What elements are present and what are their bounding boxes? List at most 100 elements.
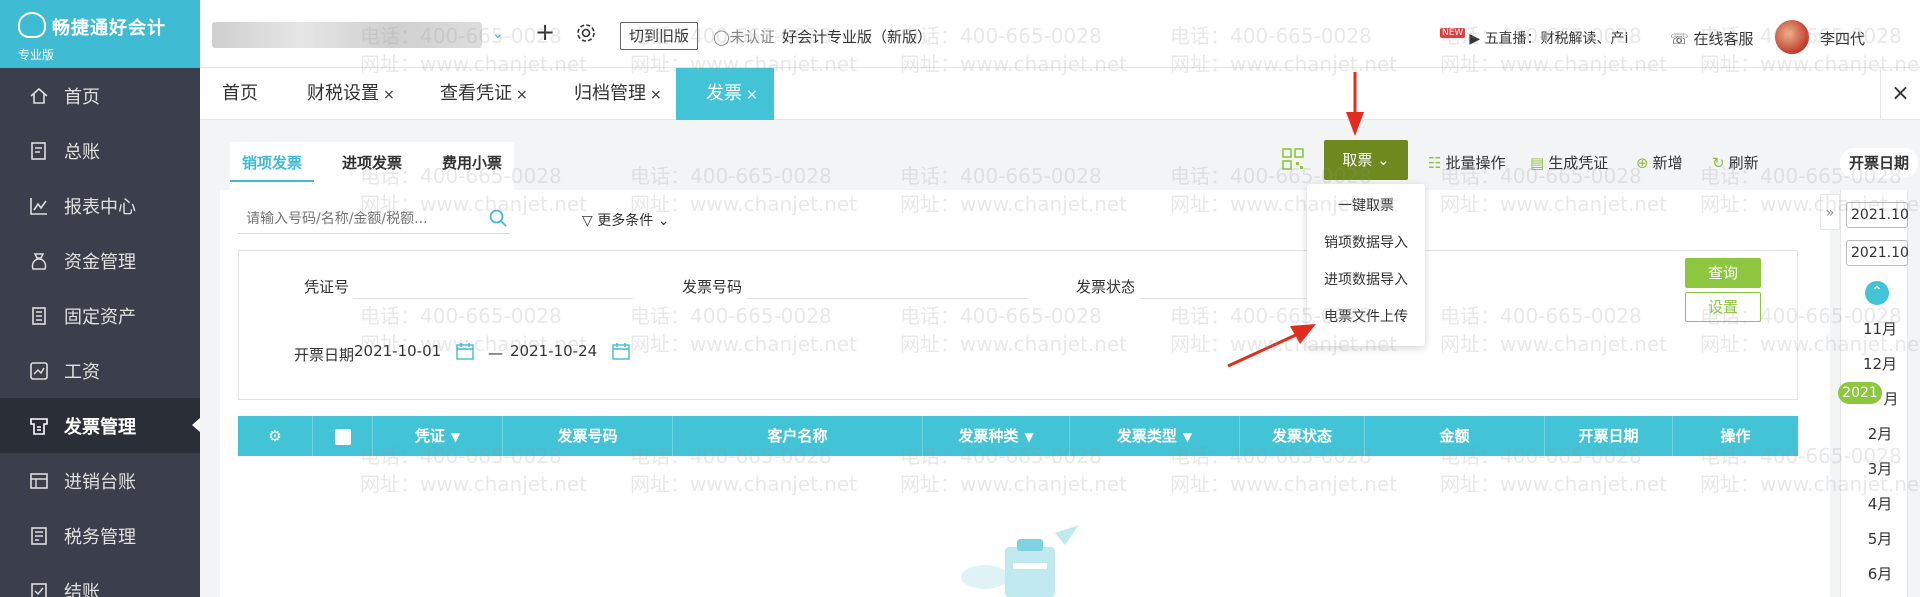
tab-tax-settings[interactable]: 财税设置 × bbox=[295, 68, 407, 120]
sidebar-item-tax[interactable]: 税务管理 bbox=[0, 508, 200, 563]
close-icon[interactable]: × bbox=[516, 87, 528, 103]
tab-label: 财税设置 bbox=[307, 83, 379, 104]
online-service-link[interactable]: ☏ 在线客服 bbox=[1670, 28, 1754, 49]
close-icon[interactable]: × bbox=[650, 87, 662, 103]
query-button[interactable]: 查询 bbox=[1685, 258, 1761, 288]
column-customer-name: 客户名称 bbox=[673, 416, 923, 456]
refresh-button[interactable]: ↻ 刷新 bbox=[1712, 152, 1759, 173]
calendar-icon[interactable] bbox=[612, 342, 630, 364]
date-from-input[interactable]: 2021-10-01 bbox=[354, 342, 441, 360]
column-amount: 金额 bbox=[1365, 416, 1545, 456]
live-broadcast-link[interactable]: NEW ▶ 五直播：财税解读、产i bbox=[1440, 28, 1628, 48]
qrcode-icon[interactable] bbox=[1282, 148, 1304, 174]
column-invoice-kind[interactable]: 发票种类 ▼ bbox=[923, 416, 1070, 456]
refresh-label: 刷新 bbox=[1728, 154, 1759, 172]
subtab-sales-invoice[interactable]: 销项发票 bbox=[230, 142, 315, 190]
voucher-no-input[interactable] bbox=[353, 298, 633, 299]
generate-voucher-button[interactable]: ▤ 生成凭证 bbox=[1530, 152, 1608, 173]
date-to-input[interactable]: 2021-10-24 bbox=[510, 342, 597, 360]
year-badge[interactable]: 2021 bbox=[1838, 382, 1882, 404]
tab-invoice[interactable]: 发票 × bbox=[676, 68, 774, 120]
menu-item-one-click-fetch[interactable]: 一键取票 bbox=[1307, 188, 1425, 225]
more-conditions-toggle[interactable]: ▽ 更多条件 ⌄ bbox=[582, 210, 669, 230]
column-label: 发票种类 bbox=[958, 427, 1019, 445]
issue-date-label: 开票日期 bbox=[294, 346, 355, 364]
close-all-tabs-button[interactable]: × bbox=[1880, 68, 1920, 120]
sidebar-item-salary[interactable]: 工资 bbox=[0, 343, 200, 398]
new-badge: NEW bbox=[1440, 28, 1466, 38]
subtab-expense-receipt[interactable]: 费用小票 bbox=[430, 142, 514, 190]
headset-icon: ☏ bbox=[1670, 30, 1689, 48]
month-item[interactable]: 6月 bbox=[1852, 563, 1908, 584]
column-voucher[interactable]: 凭证 ▼ bbox=[373, 416, 503, 456]
filter-icon[interactable]: ▼ bbox=[451, 430, 460, 444]
gear-icon[interactable] bbox=[575, 22, 597, 48]
batch-operation-button[interactable]: ☷ 批量操作 bbox=[1428, 152, 1505, 173]
search-input[interactable] bbox=[238, 204, 510, 234]
fetch-invoice-button[interactable]: 取票 ⌄ bbox=[1324, 140, 1408, 180]
product-name: 好会计专业版（新版） bbox=[782, 28, 933, 46]
sidebar-item-funds[interactable]: 资金管理 bbox=[0, 233, 200, 288]
batch-icon: ☷ bbox=[1428, 154, 1442, 172]
menu-item-upload-e-invoice[interactable]: 电票文件上传 bbox=[1307, 299, 1425, 336]
menu-item-import-sales[interactable]: 销项数据导入 bbox=[1307, 225, 1425, 262]
subtab-purchase-invoice[interactable]: 进项发票 bbox=[330, 142, 414, 190]
add-icon[interactable]: + bbox=[535, 18, 555, 46]
settings-button[interactable]: 设置 bbox=[1685, 292, 1761, 322]
account-selector[interactable] bbox=[212, 22, 482, 48]
ledger-icon bbox=[28, 140, 50, 162]
column-label: 发票状态 bbox=[1271, 427, 1332, 445]
sidebar-item-reports[interactable]: 报表中心 bbox=[0, 178, 200, 233]
month-item[interactable]: 11月 bbox=[1852, 318, 1908, 339]
switch-old-version-button[interactable]: 切到旧版 bbox=[620, 22, 699, 50]
filter-box bbox=[238, 250, 1798, 400]
checkbox[interactable] bbox=[334, 428, 351, 445]
filter-icon[interactable]: ▼ bbox=[1183, 430, 1192, 444]
more-conditions-label: 更多条件 bbox=[597, 213, 654, 229]
filter-icon[interactable]: ▼ bbox=[1024, 430, 1033, 444]
column-issue-date: 开票日期 bbox=[1545, 416, 1673, 456]
chevron-down-icon: ⌄ bbox=[1377, 151, 1390, 169]
unverified-status[interactable]: ◯未认证 bbox=[713, 26, 775, 47]
search-icon[interactable] bbox=[488, 208, 508, 232]
salary-icon bbox=[28, 360, 50, 382]
month-item[interactable]: 5月 bbox=[1852, 528, 1908, 549]
rail-date-start[interactable]: 2021.10 bbox=[1846, 202, 1909, 228]
sidebar: 畅捷通好会计 专业版 首页 总账 报表中心 资金管理 固定资产 工资 发票管理 … bbox=[0, 0, 200, 597]
add-invoice-button[interactable]: ⊕ 新增 bbox=[1636, 152, 1683, 173]
month-item[interactable]: 2月 bbox=[1852, 423, 1908, 444]
sidebar-item-ledger[interactable]: 总账 bbox=[0, 123, 200, 178]
tab-view-voucher[interactable]: 查看凭证 × bbox=[428, 68, 540, 120]
sidebar-item-home[interactable]: 首页 bbox=[0, 68, 200, 123]
month-item[interactable]: 3月 bbox=[1852, 458, 1908, 479]
month-item[interactable]: 12月 bbox=[1852, 353, 1908, 374]
collapse-rail-icon[interactable]: » bbox=[1820, 194, 1840, 230]
chevron-up-icon[interactable]: ⌃ bbox=[1865, 281, 1889, 305]
sidebar-item-close-period[interactable]: 结账 bbox=[0, 563, 200, 597]
fetch-invoice-menu: 一键取票 销项数据导入 进项数据导入 电票文件上传 bbox=[1307, 184, 1425, 346]
sidebar-item-label: 固定资产 bbox=[64, 306, 136, 328]
sidebar-item-stock[interactable]: 进销台账 bbox=[0, 453, 200, 508]
sidebar-item-assets[interactable]: 固定资产 bbox=[0, 288, 200, 343]
chevron-down-icon[interactable]: ⌄ bbox=[492, 26, 504, 42]
tab-home[interactable]: 首页 bbox=[210, 68, 270, 120]
sidebar-item-invoice[interactable]: 发票管理 bbox=[0, 398, 200, 453]
app-logo[interactable]: 畅捷通好会计 专业版 bbox=[0, 0, 200, 68]
close-icon[interactable]: × bbox=[383, 87, 395, 103]
avatar[interactable] bbox=[1775, 20, 1809, 54]
filter-icon: ▽ bbox=[582, 213, 593, 229]
column-label: 金额 bbox=[1439, 427, 1470, 445]
tab-archive[interactable]: 归档管理 × bbox=[562, 68, 674, 120]
menu-item-import-purchase[interactable]: 进项数据导入 bbox=[1307, 262, 1425, 299]
annotation-arrow-right bbox=[1227, 324, 1316, 368]
calendar-icon[interactable] bbox=[456, 342, 474, 364]
rail-date-end[interactable]: 2021.10 bbox=[1846, 240, 1909, 266]
select-all-checkbox[interactable] bbox=[313, 416, 373, 456]
app-name: 畅捷通好会计 bbox=[52, 18, 166, 39]
user-name[interactable]: 李四代 bbox=[1820, 28, 1865, 49]
close-icon[interactable]: × bbox=[746, 87, 758, 103]
invoice-no-input[interactable] bbox=[747, 298, 1027, 299]
column-settings[interactable]: ⚙ bbox=[238, 416, 313, 456]
column-invoice-type[interactable]: 发票类型 ▼ bbox=[1070, 416, 1240, 456]
month-item[interactable]: 4月 bbox=[1852, 493, 1908, 514]
